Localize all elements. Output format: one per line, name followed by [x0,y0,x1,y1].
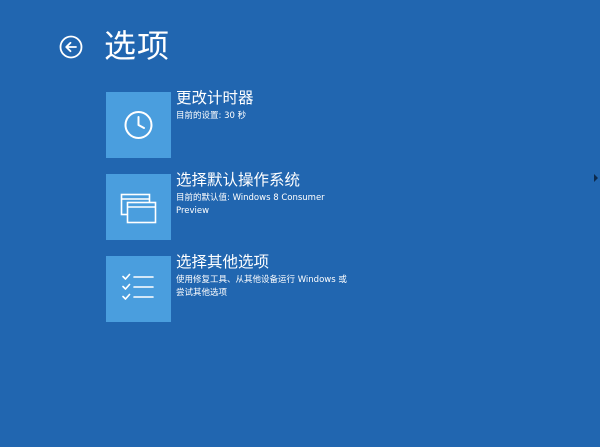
back-arrow-circle-icon [59,35,83,59]
option-description: 使用修复工具、从其他设备运行 Windows 或尝试其他选项 [176,275,347,298]
option-change-timer[interactable]: 更改计时器 目前的设置: 30 秒 [106,89,346,158]
edge-indicator [594,174,598,182]
checklist-icon [122,273,154,300]
clock-icon [124,111,153,139]
back-button[interactable] [59,35,83,59]
windows-stack-icon [120,193,157,224]
option-choose-default-os[interactable]: 选择默认操作系统 目前的默认值: Windows 8 Consumer Prev… [106,171,346,240]
option-tile [106,174,171,240]
option-title: 选择默认操作系统 [176,171,301,189]
option-tile [106,256,171,322]
option-description: 目前的默认值: Windows 8 Consumer Preview [176,193,325,216]
option-description: 目前的设置: 30 秒 [176,111,247,121]
option-tile [106,92,171,158]
option-title: 更改计时器 [176,89,254,107]
option-choose-other-options[interactable]: 选择其他选项 使用修复工具、从其他设备运行 Windows 或尝试其他选项 [106,253,347,322]
page-title: 选项 [104,27,171,65]
option-title: 选择其他选项 [176,253,270,271]
